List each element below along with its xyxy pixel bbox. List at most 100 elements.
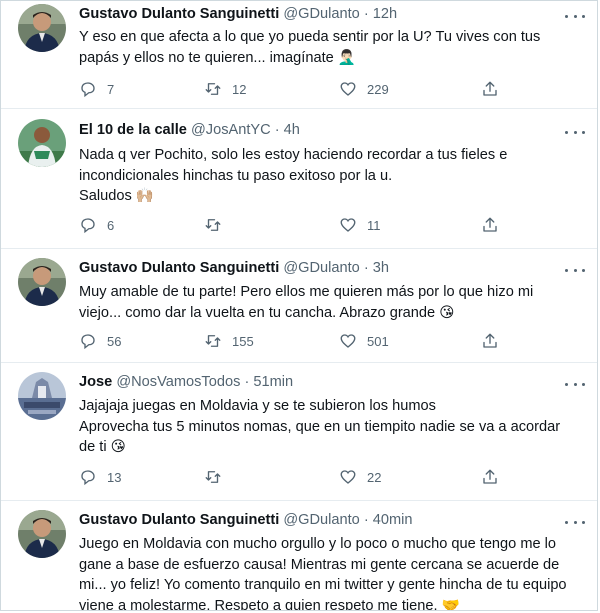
tweet-text-line: Nada q ver Pochito, solo les estoy hacie… xyxy=(79,147,508,163)
like-button[interactable]: 11 xyxy=(339,215,381,235)
reply-button[interactable]: 6 xyxy=(79,215,114,235)
reply-count: 6 xyxy=(107,217,115,233)
tweet-content: Gustavo Dulanto Sanguinetti @GDulanto · … xyxy=(79,259,583,323)
tweet-text-line: viejo... como dar la vuelta en tu cancha… xyxy=(79,304,455,321)
handle[interactable]: @GDulanto xyxy=(283,512,359,528)
timestamp[interactable]: 4h xyxy=(284,122,300,138)
share-icon xyxy=(483,333,497,348)
display-name[interactable]: Jose xyxy=(79,374,112,390)
retweet-icon xyxy=(205,471,221,483)
share-button[interactable] xyxy=(481,467,499,487)
retweet-button[interactable] xyxy=(204,215,232,235)
handle[interactable]: @JosAntYC xyxy=(191,122,271,138)
avatar-gdulanto[interactable] xyxy=(18,4,66,52)
tweet-text-line: papás y ellos no te quieren... imagínate… xyxy=(79,49,356,66)
tweet-text: Nada q ver Pochito, solo les estoy hacie… xyxy=(79,145,583,207)
share-icon xyxy=(483,217,497,232)
tweet-text-line: Jajajaja juegas en Moldavia y se te subi… xyxy=(79,398,436,414)
retweet-button[interactable]: 12 xyxy=(204,79,246,99)
tweet-header: Jose @NosVamosTodos · 51min xyxy=(79,373,583,392)
retweet-button[interactable] xyxy=(204,467,232,487)
tweet[interactable]: El 10 de la calle @JosAntYC · 4h Nada q … xyxy=(1,109,597,249)
display-name[interactable]: El 10 de la calle xyxy=(79,122,187,138)
more-icon[interactable] xyxy=(565,515,585,529)
heart-icon xyxy=(340,218,356,232)
separator: · xyxy=(363,6,369,22)
tweet-actions: 6 11 xyxy=(79,215,499,235)
retweet-count: 12 xyxy=(232,81,247,97)
tweet-text-line: Y eso en que afecta a lo que yo pueda se… xyxy=(79,29,541,45)
heart-icon xyxy=(340,82,356,96)
tweet-actions: 13 22 xyxy=(79,467,499,487)
retweet-icon xyxy=(205,219,221,231)
separator: · xyxy=(274,122,280,138)
reply-button[interactable]: 56 xyxy=(79,331,121,351)
retweet-button[interactable]: 155 xyxy=(204,331,254,351)
tweet-header: Gustavo Dulanto Sanguinetti @GDulanto · … xyxy=(79,259,583,278)
share-icon xyxy=(483,81,497,96)
avatar-josantyc[interactable] xyxy=(18,119,66,167)
reply-icon xyxy=(81,218,95,234)
tweet[interactable]: Gustavo Dulanto Sanguinetti @GDulanto · … xyxy=(1,501,597,611)
heart-icon xyxy=(340,470,356,484)
separator: · xyxy=(244,374,250,390)
like-button[interactable]: 501 xyxy=(339,331,389,351)
share-button[interactable] xyxy=(481,79,499,99)
display-name[interactable]: Gustavo Dulanto Sanguinetti xyxy=(79,512,279,528)
tweet-text-line: gane a base de esfuerzo causa! Mientras … xyxy=(79,556,560,573)
timestamp[interactable]: 12h xyxy=(373,6,397,22)
avatar-gdulanto[interactable] xyxy=(18,510,66,558)
more-icon[interactable] xyxy=(565,125,585,139)
reply-button[interactable]: 13 xyxy=(79,467,121,487)
reply-count: 56 xyxy=(107,333,122,349)
share-icon xyxy=(483,469,497,484)
tweet-header: Gustavo Dulanto Sanguinetti @GDulanto · … xyxy=(79,511,583,530)
timestamp[interactable]: 3h xyxy=(373,260,389,276)
separator: · xyxy=(363,512,369,528)
tweet-text: Jajajaja juegas en Moldavia y se te subi… xyxy=(79,396,583,458)
avatar-nosvamostodos[interactable] xyxy=(18,372,66,420)
handle[interactable]: @NosVamosTodos xyxy=(116,374,240,390)
share-button[interactable] xyxy=(481,215,499,235)
heart-icon xyxy=(340,334,356,348)
handle[interactable]: @GDulanto xyxy=(283,6,359,22)
like-button[interactable]: 22 xyxy=(339,467,381,487)
more-icon[interactable] xyxy=(565,377,585,391)
like-count: 22 xyxy=(367,469,382,485)
retweet-icon xyxy=(205,83,221,95)
tweet-text-line: incondicionales hinchas tu paso exitoso … xyxy=(79,167,393,184)
tweet-content: Gustavo Dulanto Sanguinetti @GDulanto · … xyxy=(79,511,583,611)
tweet-content: Gustavo Dulanto Sanguinetti @GDulanto · … xyxy=(79,5,583,68)
display-name[interactable]: Gustavo Dulanto Sanguinetti xyxy=(79,260,279,276)
retweet-count: 155 xyxy=(232,333,254,349)
like-button[interactable]: 229 xyxy=(339,79,389,99)
like-count: 229 xyxy=(367,81,389,97)
tweet-text-line: Saludos 🙌🏼 xyxy=(79,188,154,204)
avatar-gdulanto[interactable] xyxy=(18,258,66,306)
reply-icon xyxy=(81,82,95,98)
share-button[interactable] xyxy=(481,331,499,351)
reply-icon xyxy=(81,334,95,350)
tweet-content: Jose @NosVamosTodos · 51min Jajajaja jue… xyxy=(79,373,583,458)
twitter-thread: Gustavo Dulanto Sanguinetti @GDulanto · … xyxy=(0,0,598,611)
reply-count: 7 xyxy=(107,81,115,97)
tweet-content: El 10 de la calle @JosAntYC · 4h Nada q … xyxy=(79,121,583,207)
reply-count: 13 xyxy=(107,469,122,485)
more-icon[interactable] xyxy=(565,9,585,23)
tweet-text: Juego en Moldavia con mucho orgullo y lo… xyxy=(79,534,583,611)
tweet-text-line: Aprovecha tus 5 minutos nomas, que en un… xyxy=(79,418,561,435)
handle[interactable]: @GDulanto xyxy=(283,260,359,276)
tweet[interactable]: Jose @NosVamosTodos · 51min Jajajaja jue… xyxy=(1,363,597,501)
tweet[interactable]: Gustavo Dulanto Sanguinetti @GDulanto · … xyxy=(1,249,597,363)
tweet-text-line: viene a molestarme. Respeto a quien resp… xyxy=(79,597,460,611)
timestamp[interactable]: 40min xyxy=(373,512,413,528)
timestamp[interactable]: 51min xyxy=(253,374,293,390)
tweet-text-line: mi... yo feliz! Yo comento tranquilo en … xyxy=(79,577,567,593)
more-icon[interactable] xyxy=(565,263,585,277)
tweet-text: Muy amable de tu parte! Pero ellos me qu… xyxy=(79,282,583,323)
tweet-text-line: Muy amable de tu parte! Pero ellos me qu… xyxy=(79,284,534,300)
tweet[interactable]: Gustavo Dulanto Sanguinetti @GDulanto · … xyxy=(1,1,597,109)
reply-button[interactable]: 7 xyxy=(79,79,114,99)
display-name[interactable]: Gustavo Dulanto Sanguinetti xyxy=(79,6,279,22)
separator: · xyxy=(363,260,369,276)
